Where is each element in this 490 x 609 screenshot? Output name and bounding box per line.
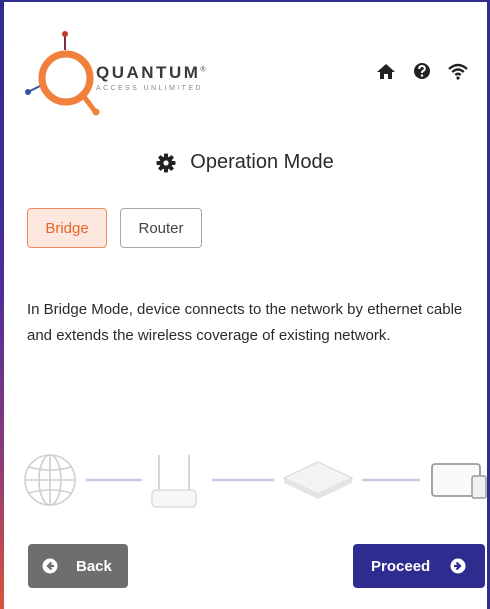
router-device-icon <box>151 455 197 508</box>
arrow-left-circle-icon <box>42 558 58 574</box>
brand-tagline: ACCESS UNLIMITED <box>96 85 203 92</box>
back-button-label: Back <box>76 557 112 575</box>
mode-selector: Bridge Router <box>27 208 202 248</box>
globe-icon <box>24 454 76 506</box>
tablet-device-icon <box>431 463 487 499</box>
help-icon[interactable] <box>412 62 432 80</box>
page-title-row: Operation Mode <box>0 151 490 174</box>
header-icons <box>376 62 468 80</box>
trademark-symbol: ® <box>200 66 206 74</box>
router-mode-button[interactable]: Router <box>120 208 202 248</box>
gear-icon <box>156 153 176 172</box>
brand-name: QUANTUM® <box>96 63 206 83</box>
wifi-icon[interactable] <box>448 62 468 80</box>
brand-name-text: QUANTUM <box>96 63 201 82</box>
frame-left-border <box>0 0 4 609</box>
bridge-mode-button[interactable]: Bridge <box>27 208 107 248</box>
proceed-button[interactable]: Proceed <box>353 544 485 588</box>
brand-wordmark: QUANTUM® ACCESS UNLIMITED <box>96 63 206 92</box>
network-diagram <box>24 454 487 508</box>
home-icon[interactable] <box>376 62 396 80</box>
back-button[interactable]: Back <box>28 544 128 588</box>
frame-top-border <box>0 0 490 2</box>
proceed-button-label: Proceed <box>371 557 431 575</box>
arrow-right-circle-icon <box>450 558 466 574</box>
page-title: Operation Mode <box>190 151 334 173</box>
mode-description: In Bridge Mode, device connects to the n… <box>27 301 463 344</box>
access-point-icon <box>282 461 354 499</box>
